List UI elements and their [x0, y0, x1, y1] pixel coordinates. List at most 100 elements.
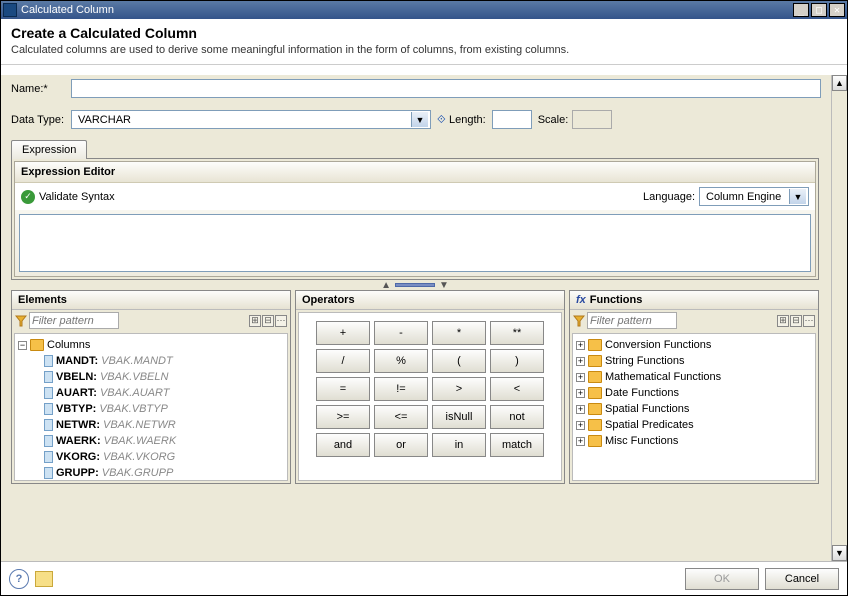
language-value: Column Engine	[702, 189, 789, 204]
operator-button[interactable]: match	[490, 433, 544, 457]
ok-button[interactable]: OK	[685, 568, 759, 590]
operator-button[interactable]: /	[316, 349, 370, 373]
view-menu-button[interactable]: ⋯	[275, 315, 287, 327]
column-source: VBAK.AUART	[100, 385, 170, 401]
operator-button[interactable]: not	[490, 405, 544, 429]
column-item[interactable]: NETWR: VBAK.NETWR	[18, 417, 284, 433]
expression-textarea[interactable]	[19, 214, 811, 272]
elements-title: Elements	[12, 291, 290, 310]
splitter-grip-icon[interactable]	[395, 283, 435, 287]
function-category-label: Date Functions	[605, 385, 679, 401]
operator-button[interactable]: <	[490, 377, 544, 401]
dropdown-icon[interactable]: ▼	[789, 189, 806, 204]
tab-expression[interactable]: Expression	[11, 140, 87, 159]
collapse-down-icon[interactable]: ▼	[439, 280, 449, 291]
name-input[interactable]	[71, 79, 821, 98]
elements-filter-input[interactable]	[29, 312, 119, 329]
help-button[interactable]: ?	[9, 569, 29, 589]
folder-icon	[588, 387, 602, 399]
splitter[interactable]: ▲ ▼	[1, 282, 829, 288]
length-input[interactable]	[492, 110, 532, 129]
maximize-button[interactable]: □	[811, 3, 827, 17]
operator-button[interactable]: +	[316, 321, 370, 345]
collapse-up-icon[interactable]: ▲	[381, 280, 391, 291]
dropdown-icon[interactable]: ▼	[411, 112, 428, 127]
column-item[interactable]: MANDT: VBAK.MANDT	[18, 353, 284, 369]
function-category[interactable]: + Date Functions	[576, 385, 812, 401]
cancel-button[interactable]: Cancel	[765, 568, 839, 590]
expand-all-button[interactable]: ⊞	[249, 315, 261, 327]
operator-button[interactable]: (	[432, 349, 486, 373]
expand-icon[interactable]: +	[576, 405, 585, 414]
column-item[interactable]: WAERK: VBAK.WAERK	[18, 433, 284, 449]
expand-icon[interactable]: +	[576, 341, 585, 350]
tabs: Expression	[11, 139, 829, 158]
expand-all-button[interactable]: ⊞	[777, 315, 789, 327]
view-menu-button[interactable]: ⋯	[803, 315, 815, 327]
operator-button[interactable]: )	[490, 349, 544, 373]
vertical-scrollbar[interactable]: ▲ ▼	[831, 75, 847, 561]
scroll-down-button[interactable]: ▼	[832, 545, 847, 561]
column-item[interactable]: VBELN: VBAK.VBELN	[18, 369, 284, 385]
operator-button[interactable]: %	[374, 349, 428, 373]
close-button[interactable]: ✕	[829, 3, 845, 17]
column-item[interactable]: VBTYP: VBAK.VBTYP	[18, 401, 284, 417]
column-icon	[44, 419, 53, 431]
expand-icon[interactable]: +	[576, 373, 585, 382]
column-item[interactable]: GRUPP: VBAK.GRUPP	[18, 465, 284, 481]
minimize-button[interactable]: _	[793, 3, 809, 17]
scale-input	[572, 110, 612, 129]
functions-title-label: Functions	[590, 294, 643, 306]
functions-panel: fx Functions ⊞ ⊟ ⋯ +Conversion Functio	[569, 290, 819, 484]
column-name: WAERK:	[56, 433, 101, 449]
collapse-icon[interactable]: −	[18, 341, 27, 350]
column-name: VKORG:	[56, 449, 100, 465]
fx-icon: fx	[576, 294, 586, 306]
name-row: Name:*	[11, 79, 829, 98]
page-title: Create a Calculated Column	[11, 25, 837, 41]
column-icon	[44, 467, 53, 479]
scroll-up-button[interactable]: ▲	[832, 75, 847, 91]
elements-tree: − Columns MANDT: VBAK.MANDTVBELN: VBAK.V…	[14, 333, 288, 481]
expand-icon[interactable]: +	[576, 357, 585, 366]
functions-filter-input[interactable]	[587, 312, 677, 329]
expand-icon[interactable]: +	[576, 437, 585, 446]
bottom-panels: Elements ⊞ ⊟ ⋯ −	[11, 290, 819, 484]
operator-button[interactable]: =	[316, 377, 370, 401]
column-name: VBELN:	[56, 369, 97, 385]
collapse-all-button[interactable]: ⊟	[262, 315, 274, 327]
operator-button[interactable]: and	[316, 433, 370, 457]
operator-button[interactable]: -	[374, 321, 428, 345]
collapse-all-button[interactable]: ⊟	[790, 315, 802, 327]
dialog-window: Calculated Column _ □ ✕ Create a Calcula…	[0, 0, 848, 596]
function-category[interactable]: +Spatial Predicates	[576, 417, 812, 433]
validate-syntax-link[interactable]: Validate Syntax	[39, 191, 115, 203]
operator-button[interactable]: or	[374, 433, 428, 457]
expand-icon[interactable]: +	[576, 421, 585, 430]
expand-icon[interactable]: +	[576, 389, 585, 398]
operator-button[interactable]: *	[432, 321, 486, 345]
operator-button[interactable]: in	[432, 433, 486, 457]
operator-button[interactable]: <=	[374, 405, 428, 429]
operator-button[interactable]: >=	[316, 405, 370, 429]
datatype-combo[interactable]: VARCHAR ▼	[71, 110, 431, 129]
function-category[interactable]: +Mathematical Functions	[576, 369, 812, 385]
language-combo[interactable]: Column Engine ▼	[699, 187, 809, 206]
function-category[interactable]: +Misc Functions	[576, 433, 812, 449]
function-category[interactable]: +Spatial Functions	[576, 401, 812, 417]
operator-button[interactable]: >	[432, 377, 486, 401]
operator-button[interactable]: isNull	[432, 405, 486, 429]
tree-root-columns[interactable]: − Columns	[18, 337, 284, 353]
operator-button[interactable]: **	[490, 321, 544, 345]
column-item[interactable]: VKORG: VBAK.VKORG	[18, 449, 284, 465]
window-icon	[3, 3, 17, 17]
column-icon	[44, 355, 53, 367]
note-icon[interactable]	[35, 571, 53, 587]
operator-button[interactable]: !=	[374, 377, 428, 401]
body-area: Name:* Data Type: VARCHAR ▼ ⟐ Length: Sc…	[1, 75, 847, 561]
function-category[interactable]: +String Functions	[576, 353, 812, 369]
function-category[interactable]: +Conversion Functions	[576, 337, 812, 353]
validate-row: ✓ Validate Syntax Language: Column Engin…	[15, 183, 815, 210]
folder-icon	[588, 419, 602, 431]
column-item[interactable]: AUART: VBAK.AUART	[18, 385, 284, 401]
